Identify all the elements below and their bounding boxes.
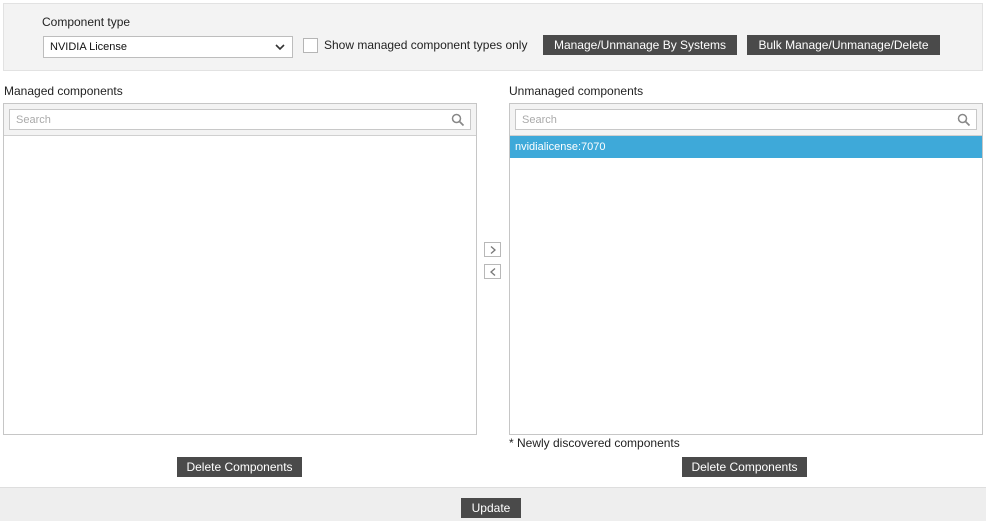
search-icon[interactable]: [451, 113, 465, 127]
chevron-left-icon: [490, 268, 496, 276]
unmanaged-components-title: Unmanaged components: [509, 84, 644, 98]
chevron-down-icon: [273, 40, 287, 54]
unmanaged-components-list[interactable]: nvidialicense:7070: [509, 103, 983, 435]
managed-components-list[interactable]: [3, 103, 477, 435]
managed-search-bar: [4, 104, 476, 136]
search-icon[interactable]: [957, 113, 971, 127]
manage-by-systems-button[interactable]: Manage/Unmanage By Systems: [543, 35, 737, 55]
list-item[interactable]: nvidialicense:7070: [510, 136, 982, 158]
bulk-manage-button[interactable]: Bulk Manage/Unmanage/Delete: [747, 35, 940, 55]
move-to-managed-button[interactable]: [484, 264, 501, 279]
component-type-panel: Component type NVIDIA License Show manag…: [3, 3, 983, 71]
managed-search-input[interactable]: [9, 109, 471, 130]
delete-unmanaged-components-button[interactable]: Delete Components: [682, 457, 807, 477]
show-managed-only-label: Show managed component types only: [324, 38, 528, 52]
delete-managed-components-button[interactable]: Delete Components: [177, 457, 302, 477]
unmanaged-search-bar: [510, 104, 982, 136]
chevron-right-icon: [490, 246, 496, 254]
component-type-select[interactable]: NVIDIA License: [43, 36, 293, 58]
unmanaged-search-input[interactable]: [515, 109, 977, 130]
footer-bar: Update: [0, 487, 986, 521]
move-to-unmanaged-button[interactable]: [484, 242, 501, 257]
managed-components-title: Managed components: [4, 84, 123, 98]
update-button[interactable]: Update: [461, 498, 521, 518]
show-managed-only-checkbox[interactable]: [303, 38, 318, 53]
newly-discovered-note: * Newly discovered components: [509, 436, 680, 450]
component-type-label: Component type: [42, 15, 131, 29]
component-type-value: NVIDIA License: [50, 41, 128, 53]
